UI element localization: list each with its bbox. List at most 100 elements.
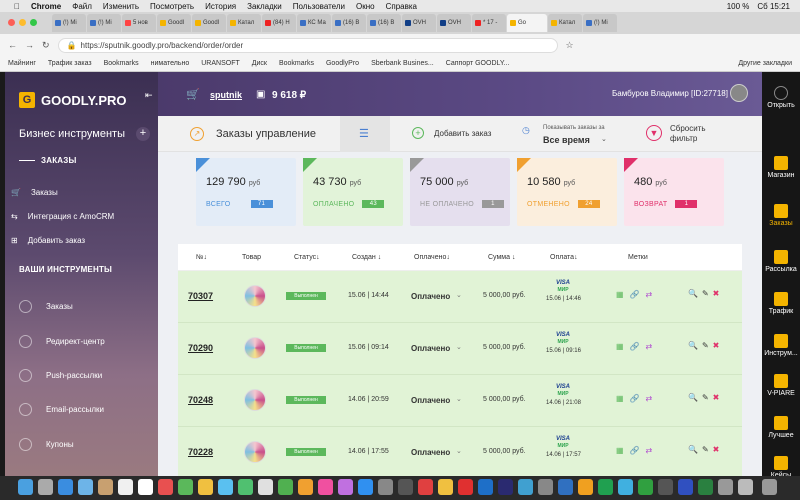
shop-link[interactable]: sputnik — [210, 90, 242, 100]
folder-icon[interactable] — [738, 479, 753, 495]
paid-select[interactable]: Оплачено — [411, 396, 450, 405]
link-icon[interactable]: 🔗 — [630, 342, 640, 351]
clock[interactable]: Сб 15:21 — [757, 2, 790, 11]
browser-tab[interactable]: (16) B — [332, 14, 366, 32]
bookmark-item[interactable]: Майнинг — [8, 60, 36, 67]
telegram-icon[interactable] — [618, 479, 633, 495]
balance[interactable]: 9 618 ₽ — [272, 90, 306, 101]
bookmark-item[interactable]: URANSOFT — [201, 60, 240, 67]
dock-open[interactable]: Открыть — [762, 86, 800, 109]
shuffle-icon[interactable]: ⇄ — [646, 290, 653, 299]
browser-tab[interactable]: 5 нов — [122, 14, 156, 32]
view-icon[interactable]: 🔍 — [688, 445, 698, 454]
col-paid[interactable]: Оплачено↓ — [414, 254, 450, 261]
user-name[interactable]: Бамбуров Владимир [ID:27718] — [612, 89, 728, 98]
product-image[interactable] — [244, 389, 266, 411]
delete-icon[interactable]: ✖ — [713, 289, 720, 298]
dock-shop[interactable]: Магазин — [762, 156, 800, 179]
finder-icon[interactable] — [18, 479, 33, 495]
stat-card-unpaid[interactable]: 75 000 руб НЕ ОПЛАЧЕНО 1 — [410, 158, 510, 226]
product-image[interactable] — [244, 285, 266, 307]
add-tool-button[interactable]: + — [136, 127, 150, 141]
bookmark-item[interactable]: Диск — [252, 60, 267, 67]
mail-icon[interactable] — [78, 479, 93, 495]
shuffle-icon[interactable]: ⇄ — [646, 394, 653, 403]
menu-file[interactable]: Файл — [72, 2, 92, 11]
view-icon[interactable]: 🔍 — [688, 341, 698, 350]
apple-icon[interactable]:  — [14, 2, 20, 11]
list-view-button[interactable]: ☰ — [340, 116, 390, 152]
paid-select[interactable]: Оплачено — [411, 344, 450, 353]
bookmark-item[interactable]: Трафик заказ — [48, 60, 92, 67]
stat-card-paid[interactable]: 43 730 руб ОПЛАЧЕНО 43 — [303, 158, 403, 226]
browser-tab[interactable]: OVH — [402, 14, 436, 32]
browser-tab[interactable]: (84) H — [262, 14, 296, 32]
reload-icon[interactable]: ↻ — [42, 40, 50, 51]
close-window-button[interactable] — [8, 19, 15, 26]
app-icon[interactable] — [638, 479, 653, 495]
money-icon[interactable]: ▦ — [616, 342, 624, 351]
bookmark-item[interactable]: GoodlyPro — [326, 60, 359, 67]
logo[interactable]: G GOODLY.PRO — [19, 92, 126, 108]
contacts-icon[interactable] — [98, 479, 113, 495]
delete-icon[interactable]: ✖ — [713, 445, 720, 454]
browser-tab[interactable]: (16) B — [367, 14, 401, 32]
bookmark-item[interactable]: Bookmarks — [279, 60, 314, 67]
app-icon[interactable] — [398, 479, 413, 495]
link-icon[interactable]: 🔗 — [630, 290, 640, 299]
reminders-icon[interactable] — [158, 479, 173, 495]
dock-mailing[interactable]: Рассылка — [762, 250, 800, 273]
link-icon[interactable]: 🔗 — [630, 394, 640, 403]
pages-icon[interactable] — [258, 479, 273, 495]
numbers-icon[interactable] — [278, 479, 293, 495]
browser-tab[interactable]: OVH — [437, 14, 471, 32]
col-sum[interactable]: Сумма ↓ — [488, 254, 515, 261]
facetime-icon[interactable] — [238, 479, 253, 495]
app-menu[interactable]: Chrome — [31, 2, 61, 11]
sidebar-item-orders[interactable]: 🛒 Заказы — [11, 188, 58, 197]
money-icon[interactable]: ▦ — [616, 290, 624, 299]
stat-card-cancelled[interactable]: 10 580 руб ОТМЕНЕНО 24 — [517, 158, 617, 226]
url-input[interactable]: 🔒 https://sputnik.goodly.pro/backend/ord… — [57, 37, 558, 53]
col-number[interactable]: №↓ — [196, 254, 207, 261]
stat-card-total[interactable]: 129 790 руб ВСЕГО 71 — [196, 158, 296, 226]
excel-icon[interactable] — [698, 479, 713, 495]
status-badge[interactable]: Выполнен — [286, 396, 326, 404]
table-row[interactable]: 70228 Выполнен 14.06 | 17:55 Оплачено ⌄ … — [178, 427, 742, 479]
order-id-link[interactable]: 70307 — [188, 291, 213, 301]
order-id-link[interactable]: 70228 — [188, 447, 213, 457]
podcasts-icon[interactable] — [338, 479, 353, 495]
dock-vpiare[interactable]: V-PIARE — [762, 374, 800, 397]
browser-tab[interactable]: Goodl — [157, 14, 191, 32]
launchpad-icon[interactable] — [38, 479, 53, 495]
view-icon[interactable]: 🔍 — [688, 393, 698, 402]
app-icon[interactable] — [658, 479, 673, 495]
bookmark-star-icon[interactable]: ☆ — [566, 40, 574, 51]
bookmark-item[interactable]: Bookmarks — [104, 60, 139, 67]
shuffle-icon[interactable]: ⇄ — [646, 446, 653, 455]
product-image[interactable] — [244, 441, 266, 463]
reset-filter-line1[interactable]: Сбросить — [670, 124, 706, 133]
paid-select[interactable]: Оплачено — [411, 292, 450, 301]
menu-users[interactable]: Пользователи — [293, 2, 345, 11]
app-icon[interactable] — [558, 479, 573, 495]
menu-help[interactable]: Справка — [386, 2, 417, 11]
menu-history[interactable]: История — [205, 2, 236, 11]
app-icon[interactable] — [478, 479, 493, 495]
chevron-down-icon[interactable]: ⌄ — [456, 291, 462, 299]
product-image[interactable] — [244, 337, 266, 359]
app-icon[interactable] — [498, 479, 513, 495]
money-icon[interactable]: ▦ — [616, 446, 624, 455]
photos-icon[interactable] — [198, 479, 213, 495]
skype-icon[interactable] — [518, 479, 533, 495]
preferences-icon[interactable] — [378, 479, 393, 495]
chevron-down-icon[interactable]: ⌄ — [456, 343, 462, 351]
back-icon[interactable]: ← — [8, 40, 17, 50]
col-created[interactable]: Создан ↓ — [352, 254, 381, 261]
status-badge[interactable]: Выполнен — [286, 344, 326, 352]
browser-tab[interactable]: (!) Mi — [87, 14, 121, 32]
table-row[interactable]: 70248 Выполнен 14.06 | 20:59 Оплачено ⌄ … — [178, 375, 742, 427]
calendar-icon[interactable] — [118, 479, 133, 495]
app-icon[interactable] — [418, 479, 433, 495]
browser-tab[interactable]: Катал — [548, 14, 582, 32]
